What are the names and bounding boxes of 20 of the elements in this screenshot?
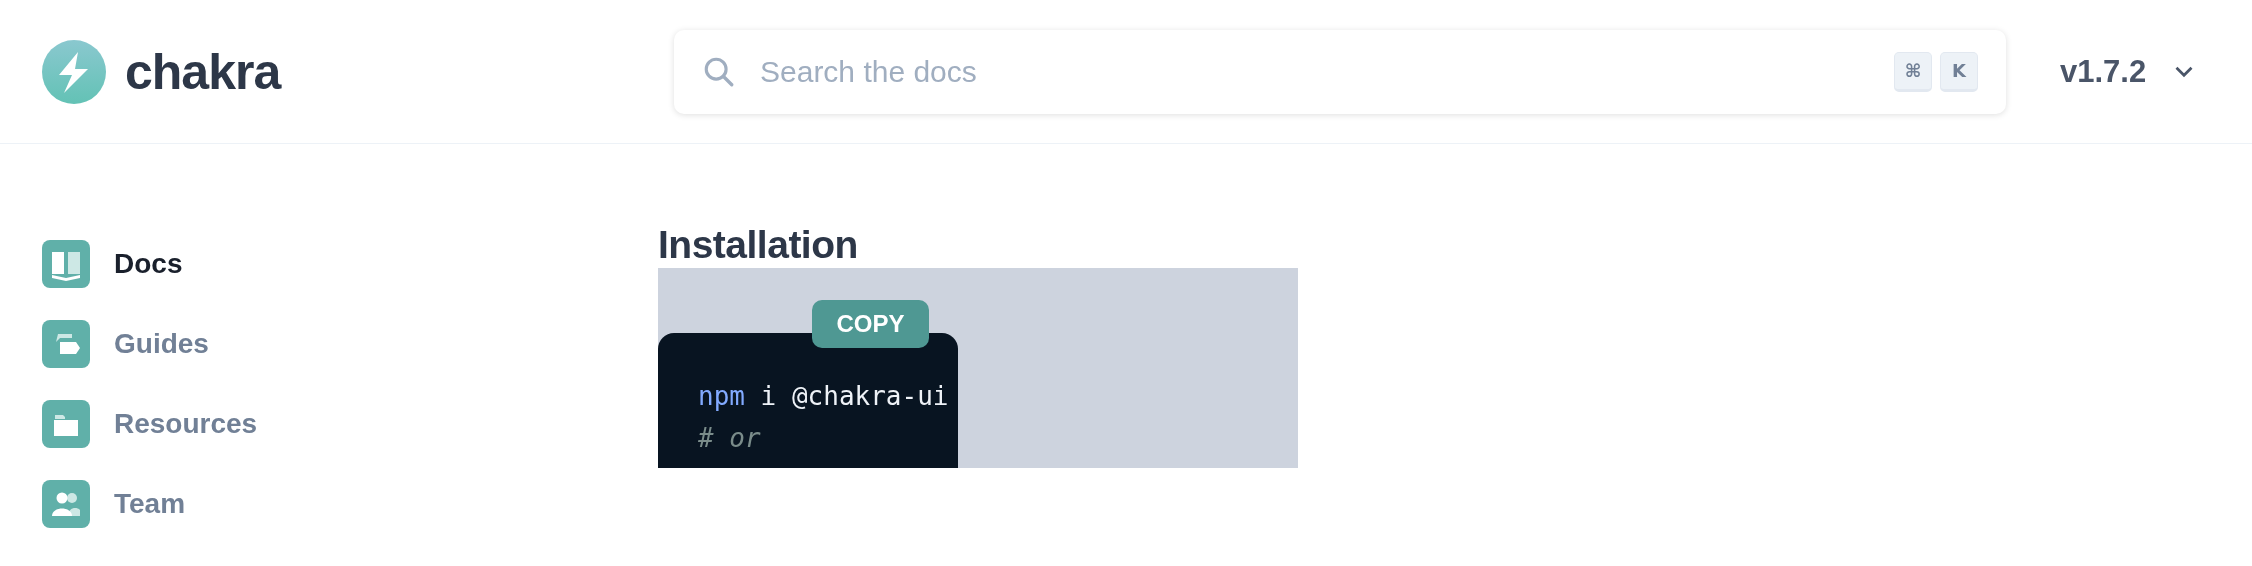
- sidebar-item[interactable]: Resources: [42, 400, 258, 448]
- logo-text[interactable]: chakra: [125, 42, 281, 101]
- people-icon: [42, 480, 90, 528]
- code-line: npm i @chakra-ui: [698, 380, 949, 413]
- sidebar-item[interactable]: Docs: [42, 240, 183, 288]
- tags-icon: [42, 320, 90, 368]
- book-icon: [42, 240, 90, 288]
- logo-icon[interactable]: [42, 39, 106, 104]
- copy-button[interactable]: COPY: [812, 300, 929, 348]
- shortcut-key: ⌘: [1894, 51, 1932, 92]
- folder-icon: [42, 400, 90, 448]
- sidebar-item[interactable]: Team: [42, 480, 186, 528]
- version-selector[interactable]: v1.7.2: [2060, 53, 2195, 90]
- sidebar-item[interactable]: Guides: [42, 320, 209, 368]
- section-heading: Installation: [658, 222, 859, 268]
- shortcut-key: K: [1940, 51, 1978, 92]
- chevron-down-icon: [2174, 65, 2195, 78]
- search-field[interactable]: Search the docs ⌘ K: [674, 29, 2006, 114]
- code-line: # or: [698, 422, 761, 455]
- search-input[interactable]: Search the docs: [758, 53, 1872, 90]
